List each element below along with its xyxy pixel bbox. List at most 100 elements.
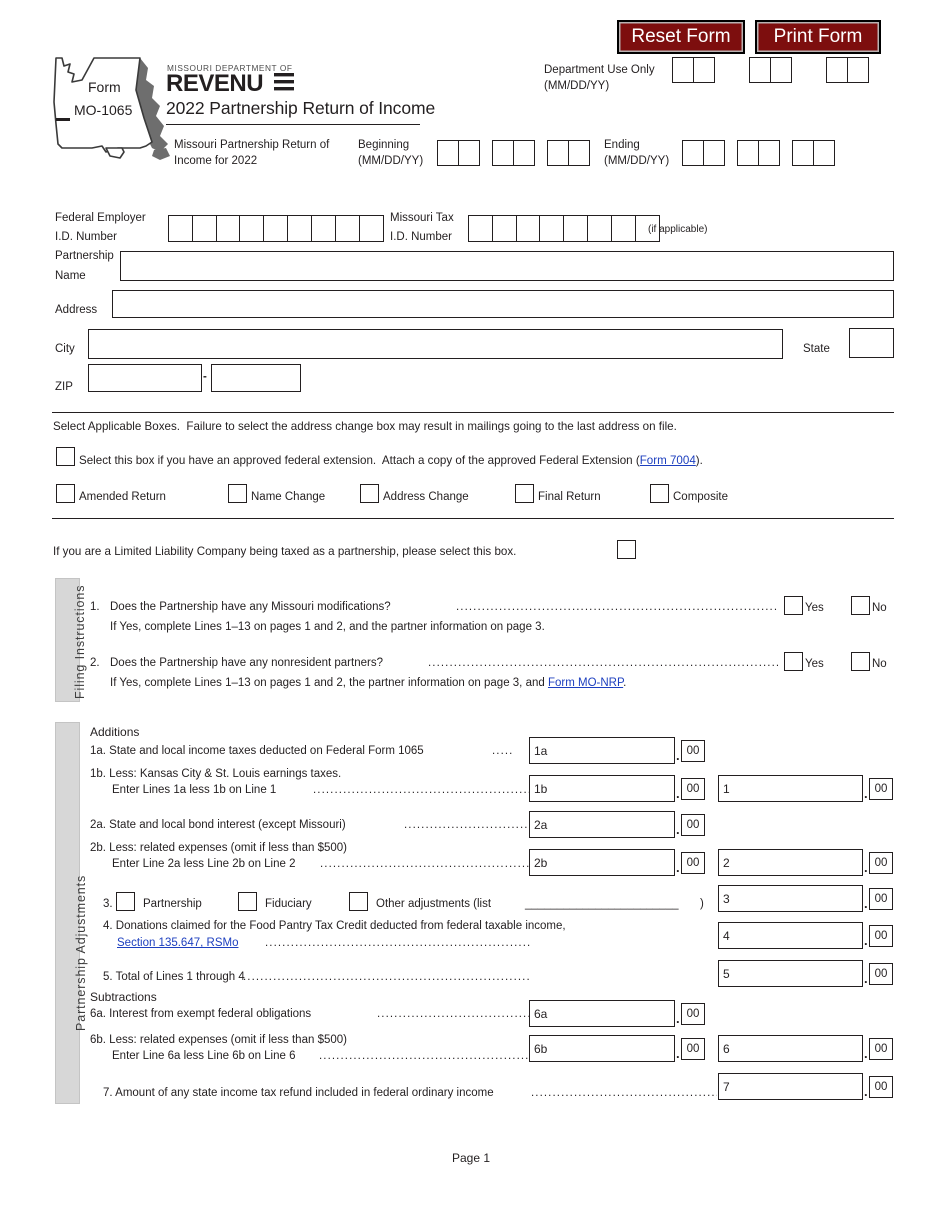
reset-form-button[interactable]: Reset Form	[617, 20, 745, 54]
fein-digit-7[interactable]	[310, 215, 336, 242]
line-3-other-blank[interactable]: ________________________	[525, 898, 679, 911]
beginning-month-digit-1[interactable]	[437, 140, 459, 166]
motax-digit-2[interactable]	[491, 215, 517, 242]
llc-checkbox[interactable]	[617, 540, 636, 559]
print-form-button[interactable]: Print Form	[755, 20, 881, 54]
line-7-amount-input[interactable]: 7	[718, 1073, 863, 1100]
question-2-subtext-after: .	[623, 677, 627, 689]
motax-digit-6[interactable]	[587, 215, 613, 242]
partnership-name-input[interactable]	[120, 251, 894, 281]
line-2-tag: 2	[723, 855, 730, 870]
name-change-checkbox[interactable]	[228, 484, 247, 503]
line-1a-amount-input[interactable]: 1a	[529, 737, 675, 764]
beginning-day-digit-1[interactable]	[492, 140, 514, 166]
city-input[interactable]	[88, 329, 783, 359]
line-1-total-input[interactable]: 1	[718, 775, 863, 802]
fein-digit-4[interactable]	[239, 215, 265, 242]
line-1b-amount-input[interactable]: 1b	[529, 775, 675, 802]
beginning-month-digit-2[interactable]	[457, 140, 480, 166]
line-3-amount-input[interactable]: 3	[718, 885, 863, 912]
line-3-fiduciary-checkbox[interactable]	[238, 892, 257, 911]
line-7-decimal: .	[864, 1084, 868, 1099]
composite-checkbox[interactable]	[650, 484, 669, 503]
ending-month-digit-1[interactable]	[682, 140, 704, 166]
fein-digit-1[interactable]	[168, 215, 193, 242]
question-1-no-checkbox[interactable]	[851, 596, 870, 615]
beginning-year-digit-1[interactable]	[547, 140, 569, 166]
line-5-amount-input[interactable]: 5	[718, 960, 863, 987]
state-input[interactable]	[849, 328, 894, 358]
dept-use-day-digit-1[interactable]	[749, 57, 771, 83]
line-3-partnership-checkbox[interactable]	[116, 892, 135, 911]
address-change-checkbox[interactable]	[360, 484, 379, 503]
ending-day-boxes[interactable]	[737, 140, 780, 166]
motax-digit-5[interactable]	[563, 215, 589, 242]
ending-day-digit-2[interactable]	[757, 140, 780, 166]
line-6a-amount-input[interactable]: 6a	[529, 1000, 675, 1027]
ending-month-boxes[interactable]	[682, 140, 725, 166]
line-3-other-checkbox[interactable]	[349, 892, 368, 911]
form-page: Reset Form Print Form Form MO-1065 MISSO…	[0, 0, 950, 1230]
line-2b-leader: ........................................…	[320, 858, 531, 870]
dept-use-year-digit-1[interactable]	[826, 57, 848, 83]
beginning-month-boxes[interactable]	[437, 140, 480, 166]
dept-use-day-boxes[interactable]	[749, 57, 792, 83]
section-135-647-link[interactable]: Section 135.647, RSMo	[117, 937, 238, 950]
beginning-day-boxes[interactable]	[492, 140, 535, 166]
address-input[interactable]	[112, 290, 894, 318]
line-6-total-input[interactable]: 6	[718, 1035, 863, 1062]
line-2b-amount-input[interactable]: 2b	[529, 849, 675, 876]
question-1-yes-checkbox[interactable]	[784, 596, 803, 615]
question-1-no-label: No	[872, 602, 887, 614]
ending-year-digit-1[interactable]	[792, 140, 814, 166]
form-7004-link[interactable]: Form 7004	[640, 454, 696, 467]
motax-digit-1[interactable]	[468, 215, 493, 242]
fein-digit-9[interactable]	[358, 215, 384, 242]
form-mo-nrp-link[interactable]: Form MO-NRP	[548, 677, 623, 689]
line-3-tag: 3	[723, 891, 730, 906]
fein-digit-5[interactable]	[263, 215, 289, 242]
fein-digit-8[interactable]	[334, 215, 360, 242]
final-return-checkbox[interactable]	[515, 484, 534, 503]
ending-month-digit-2[interactable]	[702, 140, 725, 166]
line-2-cents: 00	[869, 852, 893, 874]
line-2-total-input[interactable]: 2	[718, 849, 863, 876]
fein-digit-3[interactable]	[215, 215, 241, 242]
beginning-year-digit-2[interactable]	[567, 140, 590, 166]
amended-return-checkbox[interactable]	[56, 484, 75, 503]
question-2-yes-checkbox[interactable]	[784, 652, 803, 671]
dept-use-month-digit-1[interactable]	[672, 57, 694, 83]
fein-digit-6[interactable]	[287, 215, 313, 242]
question-2-no-checkbox[interactable]	[851, 652, 870, 671]
ending-day-digit-1[interactable]	[737, 140, 759, 166]
missouri-tax-id-input[interactable]	[468, 215, 660, 242]
fein-label-line2: I.D. Number	[55, 231, 117, 243]
zip-input[interactable]	[88, 364, 202, 392]
line-6a-label: 6a. Interest from exempt federal obligat…	[90, 1008, 312, 1020]
federal-extension-checkbox[interactable]	[56, 447, 75, 466]
motax-digit-4[interactable]	[539, 215, 565, 242]
motax-digit-3[interactable]	[515, 215, 541, 242]
composite-label: Composite	[673, 491, 728, 503]
beginning-day-digit-2[interactable]	[512, 140, 535, 166]
dept-use-month-digit-2[interactable]	[692, 57, 715, 83]
line-2b-label-2: Enter Line 2a less Line 2b on Line 2	[112, 858, 296, 870]
line-2a-cents: 00	[681, 814, 705, 836]
motax-digit-7[interactable]	[610, 215, 636, 242]
zip-extension-input[interactable]	[211, 364, 301, 392]
ending-year-digit-2[interactable]	[812, 140, 835, 166]
question-2-leader: ........................................…	[428, 657, 778, 669]
question-2-number: 2.	[90, 657, 100, 669]
line-2a-amount-input[interactable]: 2a	[529, 811, 675, 838]
question-1-yes-label: Yes	[805, 602, 824, 614]
beginning-year-boxes[interactable]	[547, 140, 590, 166]
dept-use-year-boxes[interactable]	[826, 57, 869, 83]
line-4-amount-input[interactable]: 4	[718, 922, 863, 949]
line-6b-amount-input[interactable]: 6b	[529, 1035, 675, 1062]
dept-use-day-digit-2[interactable]	[769, 57, 792, 83]
fein-digit-2[interactable]	[191, 215, 217, 242]
dept-use-year-digit-2[interactable]	[846, 57, 869, 83]
dept-use-month-boxes[interactable]	[672, 57, 715, 83]
fein-input[interactable]	[168, 215, 384, 242]
ending-year-boxes[interactable]	[792, 140, 835, 166]
